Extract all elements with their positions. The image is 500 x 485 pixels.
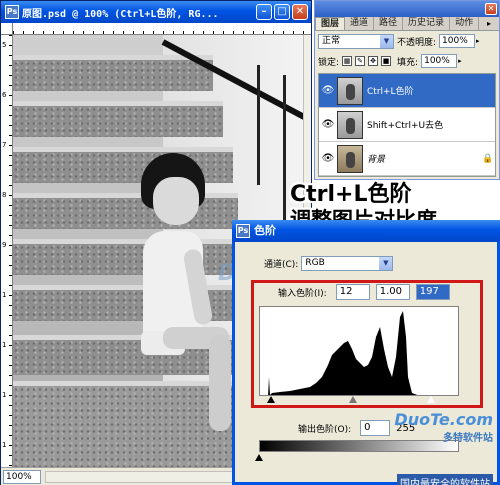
gamma-handle[interactable]: [349, 396, 357, 403]
tab-layers[interactable]: 图层: [315, 17, 346, 30]
ruler-label: 1: [2, 291, 7, 299]
lock-row: 锁定: ▦ ✎ ✥ ■ 填充: 100% ▸: [315, 51, 499, 71]
channel-label: 通道(C):: [264, 260, 299, 270]
layer-thumbnail: [337, 144, 363, 173]
fill-arrow-icon[interactable]: ▸: [458, 57, 462, 65]
blend-mode-select[interactable]: 正常 ▼: [318, 33, 394, 49]
input-white-field[interactable]: 197: [415, 284, 450, 300]
layer-row[interactable]: 👁 Shift+Ctrl+U去色: [319, 108, 495, 142]
ruler-label: 1: [2, 441, 7, 449]
minimize-button[interactable]: –: [256, 4, 272, 20]
layers-palette: ✕ 图层 通道 路径 历史记录 动作 ▸ 正常 ▼ 不透明度: 100% ▸ 锁…: [314, 0, 500, 180]
fill-label: 填充:: [397, 57, 419, 68]
white-point-handle[interactable]: [426, 395, 436, 403]
layer-thumbnail: [337, 110, 363, 139]
zoom-field[interactable]: 100%: [3, 469, 41, 484]
input-gamma-field[interactable]: 1.00: [375, 284, 410, 300]
levels-title-bar[interactable]: Ps 色阶: [232, 220, 500, 242]
tab-paths[interactable]: 路径: [374, 17, 404, 30]
input-slider[interactable]: [261, 395, 461, 404]
document-title: 原图.psd @ 100% (Ctrl+L色阶, RG...: [22, 8, 219, 20]
photoshop-icon: Ps: [5, 5, 19, 19]
lock-icon: 🔒: [482, 153, 494, 164]
opacity-arrow-icon[interactable]: ▸: [476, 37, 480, 45]
tab-channels[interactable]: 通道: [345, 17, 375, 30]
document-title-bar[interactable]: Ps 原图.psd @ 100% (Ctrl+L色阶, RG... – □ ✕: [1, 1, 311, 23]
close-button[interactable]: ✕: [292, 4, 308, 20]
layer-list: 👁 Ctrl+L色阶 👁 Shift+Ctrl+U去色 👁 背景 🔒: [318, 73, 496, 177]
input-levels-label: 输入色阶(I):: [278, 288, 327, 299]
maximize-button[interactable]: □: [274, 4, 290, 20]
ruler-label: 9: [2, 241, 7, 249]
site-name: 多特软件站: [443, 433, 493, 444]
photo-stair: [13, 239, 241, 275]
photo-girl-face: [153, 177, 199, 225]
channel-select[interactable]: RGB ▼: [301, 256, 394, 271]
layer-row[interactable]: 👁 Ctrl+L色阶: [319, 74, 495, 108]
ruler-label: 1: [2, 391, 7, 399]
tab-actions[interactable]: 动作: [450, 17, 480, 30]
eye-icon[interactable]: 👁: [319, 119, 337, 130]
photoshop-icon: Ps: [236, 224, 250, 238]
palette-menu-icon[interactable]: ▸: [487, 17, 499, 30]
tab-history[interactable]: 历史记录: [403, 17, 451, 30]
opacity-label: 不透明度:: [397, 37, 437, 48]
eye-icon[interactable]: 👁: [319, 153, 337, 164]
output-levels-label: 输出色阶(O):: [298, 424, 352, 435]
levels-title: 色阶: [254, 224, 276, 237]
blend-mode-value: 正常: [322, 35, 341, 46]
opacity-field[interactable]: 100%: [439, 34, 476, 48]
channel-row: 通道(C): RGB ▼: [261, 256, 394, 271]
site-tagline: 国内最安全的软件站: [397, 474, 493, 485]
chevron-down-icon: ▼: [379, 257, 393, 270]
layer-name: Ctrl+L色阶: [367, 87, 414, 97]
layer-row[interactable]: 👁 背景 🔒: [319, 142, 495, 176]
eye-icon[interactable]: 👁: [319, 85, 337, 96]
lock-paint-icon[interactable]: ✎: [355, 56, 366, 66]
palette-title-bar[interactable]: ✕: [315, 1, 499, 17]
black-point-handle[interactable]: [267, 396, 275, 403]
histogram: [259, 306, 459, 396]
channel-value: RGB: [305, 258, 325, 268]
ruler-label: 8: [2, 191, 7, 199]
site-watermark: DuoTe.com 多特软件站 国内最安全的软件站: [394, 410, 493, 485]
photo-girl-shin: [209, 335, 231, 431]
lock-transparent-icon[interactable]: ▦: [342, 56, 353, 66]
lock-move-icon[interactable]: ✥: [368, 56, 379, 66]
lock-label: 锁定:: [318, 57, 340, 68]
photo-stair: [13, 55, 213, 91]
ruler-vertical: 5 6 7 8 9 1 1 1 1: [1, 35, 13, 467]
layer-name: 背景: [367, 155, 386, 165]
output-black-field[interactable]: 0: [360, 420, 391, 436]
window-buttons: – □ ✕: [256, 4, 308, 20]
ruler-corner: [1, 23, 13, 35]
layer-thumbnail: [337, 76, 363, 105]
ruler-label: 1: [2, 341, 7, 349]
histogram-graph: [268, 311, 418, 395]
layer-name: Shift+Ctrl+U去色: [367, 121, 444, 131]
levels-dialog: Ps 色阶 通道(C): RGB ▼ 输入色阶(I): 12 1.00 197 …: [232, 220, 500, 485]
ruler-label: 7: [2, 141, 7, 149]
output-black-handle[interactable]: [255, 454, 263, 461]
photo-baluster: [257, 65, 260, 185]
photo-stair: [13, 101, 223, 137]
ruler-label: 6: [2, 91, 7, 99]
ruler-horizontal: [13, 23, 311, 35]
ruler-label: 5: [2, 41, 7, 49]
fill-field[interactable]: 100%: [421, 54, 458, 68]
input-levels-row: 输入色阶(I): 12 1.00 197: [275, 284, 450, 300]
blend-row: 正常 ▼ 不透明度: 100% ▸: [315, 31, 499, 51]
palette-tabs: 图层 通道 路径 历史记录 动作 ▸: [315, 17, 499, 31]
input-black-field[interactable]: 12: [335, 284, 370, 300]
palette-close-button[interactable]: ✕: [485, 3, 497, 15]
lock-all-icon[interactable]: ■: [381, 56, 392, 66]
site-logo: DuoTe.com: [394, 410, 493, 429]
chevron-down-icon: ▼: [380, 34, 393, 48]
